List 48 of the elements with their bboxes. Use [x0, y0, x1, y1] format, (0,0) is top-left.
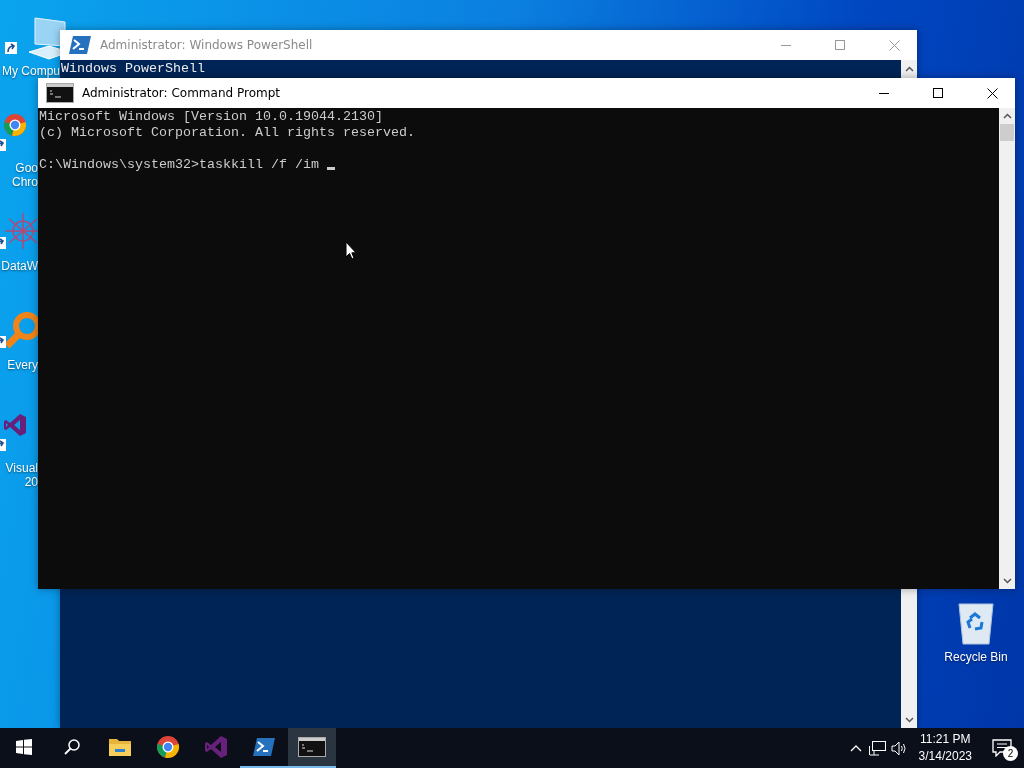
- browser-icon: [156, 735, 180, 759]
- notification-icon: [992, 739, 1012, 757]
- desktop-icon-label[interactable]: Recycle Bin: [944, 650, 1008, 664]
- desktop-icon-label[interactable]: DataW: [1, 259, 38, 273]
- network-icon: [869, 740, 887, 756]
- desktop-icon-label[interactable]: Visual 20: [5, 461, 38, 489]
- clock[interactable]: 11:21 PM 3/14/2023: [910, 731, 980, 765]
- powershell-icon: [252, 736, 276, 758]
- console-line: (c) Microsoft Corporation. All rights reserved.: [39, 125, 416, 141]
- scroll-down-icon[interactable]: [1002, 578, 1012, 584]
- window-title: Administrator: Windows PowerShell: [100, 38, 314, 52]
- taskbar-app-button[interactable]: [288, 728, 336, 768]
- close-icon: [986, 87, 998, 99]
- close-icon: [888, 39, 900, 51]
- desktop-icon-label[interactable]: Every: [7, 358, 38, 372]
- window-title: Administrator: Command Prompt: [82, 86, 281, 100]
- terminal-icon: [298, 737, 326, 757]
- desktop-icon-label[interactable]: Goo Chro: [12, 161, 38, 189]
- shortcut-arrow-icon: [5, 42, 17, 54]
- powershell-icon: [68, 34, 92, 56]
- scroll-bar[interactable]: [999, 108, 1015, 589]
- maximize-icon: [835, 40, 845, 50]
- recycle-bin-icon[interactable]: [956, 600, 996, 646]
- scroll-bar-top[interactable]: [901, 60, 917, 78]
- scroll-bar-track[interactable]: [901, 589, 917, 728]
- speaker-icon: [891, 740, 909, 756]
- minimize-icon: [879, 92, 889, 94]
- command-line: C:\Windows\system32>taskkill /f /im: [39, 157, 319, 173]
- chevron-up-icon: [849, 744, 862, 752]
- shortcut-icon: [3, 113, 27, 137]
- folder-icon: [108, 737, 132, 757]
- ide-icon: [204, 735, 228, 759]
- minimize-icon: [781, 44, 791, 46]
- windows-logo-icon: [16, 739, 32, 755]
- mouse-pointer-icon: [345, 241, 357, 260]
- desktop-icon-label[interactable]: My Compu: [2, 64, 60, 78]
- scroll-up-icon[interactable]: [1002, 113, 1012, 119]
- maximize-icon: [933, 88, 943, 98]
- scroll-down-icon[interactable]: [904, 717, 914, 723]
- notification-count: 2: [1003, 746, 1018, 761]
- terminal-icon: [46, 83, 74, 103]
- search-icon: [64, 739, 80, 755]
- shortcut-icon: [3, 413, 27, 437]
- scroll-thumb[interactable]: [1000, 124, 1014, 141]
- console-line: Windows PowerShell: [61, 61, 206, 77]
- console-line: Microsoft Windows [Version 10.0.19044.2130]: [39, 109, 384, 125]
- notifications-button[interactable]: 2: [980, 728, 1024, 768]
- scroll-up-icon[interactable]: [904, 66, 914, 72]
